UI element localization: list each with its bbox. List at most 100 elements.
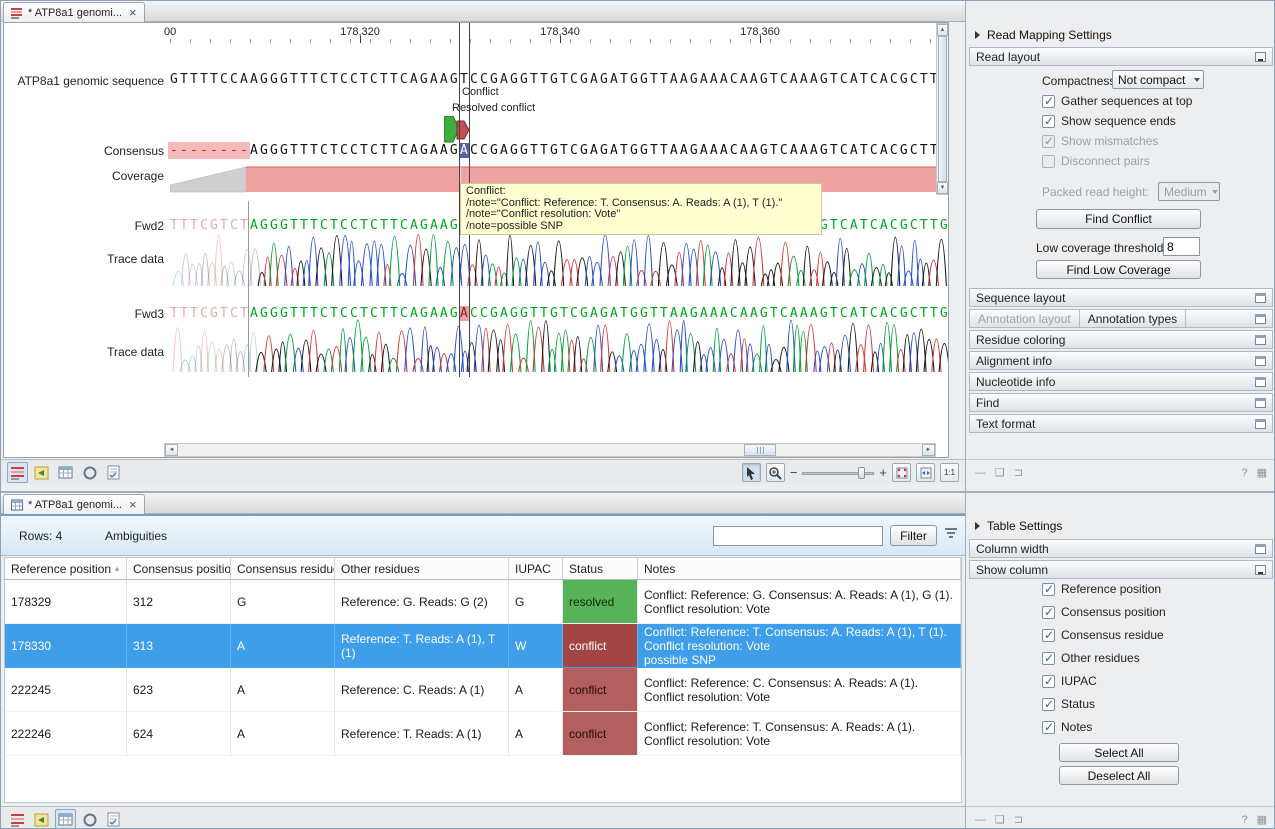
column-header-consensus-residue[interactable]: Consensus residue	[231, 558, 335, 579]
side-panel-icon[interactable]: ▦	[1257, 813, 1267, 826]
fwd3-mismatch-base[interactable]: A	[460, 306, 470, 321]
reference-sequence[interactable]: CCGAGGTTGTCGAGATGGTTAAGAAACAAGTCAAAGTCAT…	[470, 72, 949, 87]
undock-group-icon[interactable]	[1255, 293, 1266, 303]
show-column-iupac-checkbox[interactable]: IUPAC	[1042, 674, 1097, 688]
undock-group-icon[interactable]	[1255, 335, 1266, 345]
find-conflict-button[interactable]: Find Conflict	[1036, 209, 1201, 229]
fit-width-button[interactable]	[916, 463, 935, 482]
zoom-100-button[interactable]: 1:1	[940, 463, 959, 482]
panel-arrow-icon[interactable]	[975, 522, 980, 530]
consensus-sequence[interactable]: CCGAGGTTGTCGAGATGGTTAAGAAACAAGTCAAAGTCAT…	[470, 143, 949, 158]
gather-sequences-checkbox[interactable]: Gather sequences at top	[1042, 94, 1192, 108]
group-sequence-layout[interactable]: Sequence layout	[969, 288, 1273, 307]
show-column-consensus-position-checkbox[interactable]: Consensus position	[1042, 605, 1166, 619]
column-header-iupac[interactable]: IUPAC	[509, 558, 563, 579]
text-view-button[interactable]	[103, 809, 124, 829]
consensus-gap[interactable]: --------	[170, 143, 250, 158]
scroll-up-button[interactable]: ▲	[937, 24, 948, 36]
selection-tool-button[interactable]	[742, 463, 761, 482]
dock-panel-icon[interactable]: ⊐	[1014, 813, 1023, 826]
zoom-to-selection-button[interactable]	[892, 463, 911, 482]
reference-cursor-base[interactable]: T	[460, 72, 470, 87]
select-all-button[interactable]: Select All	[1059, 743, 1179, 762]
checkbox-icon[interactable]	[1042, 606, 1055, 619]
help-icon[interactable]: ?	[1241, 814, 1247, 826]
conflict-annotation-icons[interactable]	[444, 116, 472, 146]
undock-group-icon[interactable]	[1255, 356, 1266, 366]
group-show-column[interactable]: Show column	[969, 560, 1273, 579]
sequence-view-button[interactable]	[7, 462, 28, 483]
panel-arrow-icon[interactable]	[975, 31, 980, 39]
group-column-width[interactable]: Column width	[969, 539, 1273, 558]
zoom-slider-thumb[interactable]	[858, 467, 865, 479]
vertical-scrollbar[interactable]: ▲ ▼	[936, 23, 949, 195]
side-panel-icon[interactable]: ▦	[1257, 466, 1267, 479]
undock-group-icon[interactable]	[1255, 377, 1266, 387]
table-tab[interactable]: * ATP8a1 genomi... ×	[3, 494, 145, 514]
dock-panel-icon[interactable]: ⊐	[1014, 466, 1023, 479]
checkbox-icon[interactable]	[1042, 698, 1055, 711]
sequence-view-button[interactable]	[7, 809, 28, 829]
table-tab-close-icon[interactable]: ×	[129, 500, 137, 510]
show-column-other-residues-checkbox[interactable]: Other residues	[1042, 651, 1140, 665]
table-row[interactable]: 222246 624 A Reference: T. Reads: A (1) …	[5, 712, 961, 756]
table-view-button[interactable]	[55, 809, 76, 829]
annotation-view-button[interactable]	[31, 462, 52, 483]
checkbox-icon[interactable]	[1042, 675, 1055, 688]
minimize-panel-icon[interactable]: —	[975, 814, 986, 826]
low-coverage-threshold-input[interactable]	[1163, 237, 1200, 256]
editor-tab-close-icon[interactable]: ×	[129, 8, 137, 18]
zoom-tool-button[interactable]	[766, 463, 785, 482]
table-row-selected[interactable]: 178330 313 A Reference: T. Reads: A (1),…	[5, 624, 961, 668]
find-low-coverage-button[interactable]: Find Low Coverage	[1036, 260, 1201, 279]
show-sequence-ends-checkbox[interactable]: Show sequence ends	[1042, 114, 1176, 128]
circular-view-button[interactable]	[79, 809, 100, 829]
undock-group-icon[interactable]	[1255, 398, 1266, 408]
collapse-group-icon[interactable]	[1255, 565, 1266, 575]
scroll-down-button[interactable]: ▼	[937, 182, 948, 194]
group-text-format[interactable]: Text format	[969, 414, 1273, 433]
horizontal-scrollbar-track[interactable]	[178, 444, 922, 456]
group-alignment-info[interactable]: Alignment info	[969, 351, 1273, 370]
vertical-scrollbar-thumb[interactable]	[938, 36, 947, 182]
reference-sequence[interactable]: GTTTTCCAAGGGTTTCTCCTCTTCAGAAG	[170, 72, 460, 87]
consensus-sequence[interactable]: AGGGTTTCTCCTCTTCAGAAG	[250, 143, 460, 158]
text-view-button[interactable]	[103, 462, 124, 483]
minimize-panel-icon[interactable]: —	[975, 467, 986, 479]
group-residue-coloring[interactable]: Residue coloring	[969, 330, 1273, 349]
checkbox-icon[interactable]	[1042, 721, 1055, 734]
zoom-in-icon[interactable]: +	[879, 465, 887, 480]
table-row[interactable]: 178329 312 G Reference: G. Reads: G (2) …	[5, 580, 961, 624]
fwd2-trimmed-sequence[interactable]: TTTCGTCT	[170, 218, 250, 233]
group-nucleotide-info[interactable]: Nucleotide info	[969, 372, 1273, 391]
tab-annotation-types[interactable]: Annotation types	[1080, 310, 1186, 327]
horizontal-scrollbar-thumb[interactable]	[744, 444, 776, 456]
compactness-dropdown[interactable]: Not compact	[1112, 70, 1204, 89]
zoom-slider[interactable]	[802, 466, 874, 480]
editor-tab[interactable]: * ATP8a1 genomi... ×	[3, 2, 145, 22]
horizontal-scrollbar[interactable]: ◄ ►	[164, 443, 936, 457]
filter-button[interactable]: Filter	[890, 525, 937, 546]
column-header-other-residues[interactable]: Other residues	[335, 558, 509, 579]
column-header-notes[interactable]: Notes	[638, 558, 961, 579]
column-header-status[interactable]: Status	[563, 558, 638, 579]
checkbox-icon[interactable]	[1042, 583, 1055, 596]
consensus-highlight-base[interactable]: A	[460, 143, 470, 158]
column-header-reference-position[interactable]: Reference position▴	[5, 558, 127, 579]
undock-group-icon[interactable]	[1255, 419, 1266, 429]
tab-annotation-layout[interactable]: Annotation layout	[970, 310, 1080, 327]
show-column-notes-checkbox[interactable]: Notes	[1042, 720, 1092, 734]
collapse-group-icon[interactable]	[1255, 52, 1266, 62]
deselect-all-button[interactable]: Deselect All	[1059, 766, 1179, 785]
checkbox-icon[interactable]	[1042, 115, 1055, 128]
help-icon[interactable]: ?	[1241, 467, 1247, 479]
column-header-consensus-position[interactable]: Consensus position	[127, 558, 231, 579]
undock-group-icon[interactable]	[1255, 314, 1266, 324]
undock-group-icon[interactable]	[1255, 544, 1266, 554]
fwd2-sequence[interactable]: AGGGTTTCTCCTCTTCAGAAG	[250, 218, 460, 233]
annotation-view-button[interactable]	[31, 809, 52, 829]
scroll-left-button[interactable]: ◄	[165, 444, 178, 456]
show-column-status-checkbox[interactable]: Status	[1042, 697, 1095, 711]
restore-panel-icon[interactable]: ❑	[995, 813, 1005, 826]
table-view-button[interactable]	[55, 462, 76, 483]
